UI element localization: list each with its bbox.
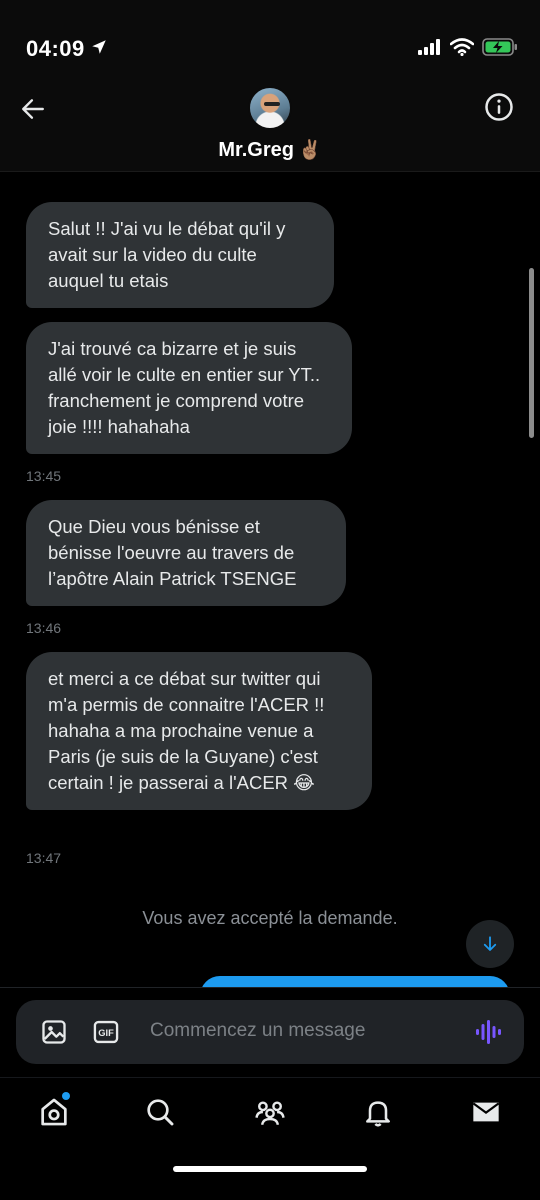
tab-communities[interactable] xyxy=(248,1090,292,1134)
contact-name-emoji: ✌🏽 xyxy=(297,140,322,161)
tab-messages[interactable] xyxy=(464,1090,508,1134)
scrollbar[interactable] xyxy=(529,268,534,438)
arrow-down-icon xyxy=(483,936,497,951)
composer-bar: GIF Commencez un message xyxy=(0,987,540,1077)
tab-notifications[interactable] xyxy=(356,1090,400,1134)
cellular-signal-icon xyxy=(418,39,440,55)
location-arrow-icon xyxy=(92,40,106,54)
request-accepted-note: Vous avez accepté la demande. xyxy=(142,908,398,928)
contact-name-text: Mr.Greg xyxy=(218,139,294,161)
contact-name[interactable]: Mr.Greg ✌🏽 xyxy=(0,138,540,162)
message-timestamp: 13:45 xyxy=(26,468,62,484)
chat-header: Mr.Greg ✌🏽 xyxy=(0,80,540,172)
message-bubble[interactable]: Que Dieu vous bénisse et bénisse l'oeuvr… xyxy=(26,500,346,606)
info-icon xyxy=(485,93,513,121)
message-text: Que Dieu vous bénisse et bénisse l'oeuvr… xyxy=(48,516,297,589)
scroll-to-bottom-button[interactable] xyxy=(466,920,514,968)
message-composer[interactable]: GIF Commencez un message xyxy=(16,1000,524,1064)
message-timestamp: 13:47 xyxy=(26,850,62,866)
tab-home[interactable] xyxy=(32,1090,76,1134)
status-time: 04:09 xyxy=(26,36,85,61)
info-button[interactable] xyxy=(484,92,514,122)
gif-icon[interactable]: GIF xyxy=(92,1018,120,1046)
message-thread[interactable]: Salut !! J'ai vu le débat qu'il y avait … xyxy=(0,172,540,1016)
wifi-icon xyxy=(450,38,474,56)
status-bar: 04:09 xyxy=(0,0,540,80)
back-button[interactable] xyxy=(16,92,50,126)
home-notification-dot xyxy=(62,1092,70,1100)
home-indicator[interactable] xyxy=(173,1166,367,1172)
image-icon[interactable] xyxy=(40,1018,68,1046)
message-bubble[interactable]: Salut !! J'ai vu le débat qu'il y avait … xyxy=(26,202,334,308)
message-bubble[interactable]: J'ai trouvé ca bizarre et je suis allé v… xyxy=(26,322,352,454)
bell-icon xyxy=(366,1101,390,1127)
status-icons xyxy=(418,38,518,56)
voice-waveform-icon[interactable] xyxy=(474,1018,502,1046)
communities-icon xyxy=(255,1101,285,1125)
message-text: et merci a ce débat sur twitter qui m'a … xyxy=(48,668,325,793)
arrow-left-icon xyxy=(22,99,44,119)
battery-charging-icon xyxy=(482,38,517,56)
home-icon xyxy=(41,1098,67,1126)
dm-screen: 04:09 Mr.Greg ✌🏽 Salut !! J'ai vu le déb… xyxy=(0,0,540,1200)
search-icon xyxy=(147,1099,174,1126)
tab-search[interactable] xyxy=(138,1090,182,1134)
message-bubble[interactable]: et merci a ce débat sur twitter qui m'a … xyxy=(26,652,372,810)
message-text: J'ai trouvé ca bizarre et je suis allé v… xyxy=(48,338,321,437)
bottom-tab-bar xyxy=(0,1077,540,1200)
message-text: Salut !! J'ai vu le débat qu'il y avait … xyxy=(48,218,286,291)
message-timestamp: 13:46 xyxy=(26,620,62,636)
contact-avatar[interactable] xyxy=(248,86,292,130)
message-input[interactable]: Commencez un message xyxy=(150,1020,365,1042)
mail-icon xyxy=(472,1102,500,1122)
gif-label: GIF xyxy=(98,1028,114,1038)
